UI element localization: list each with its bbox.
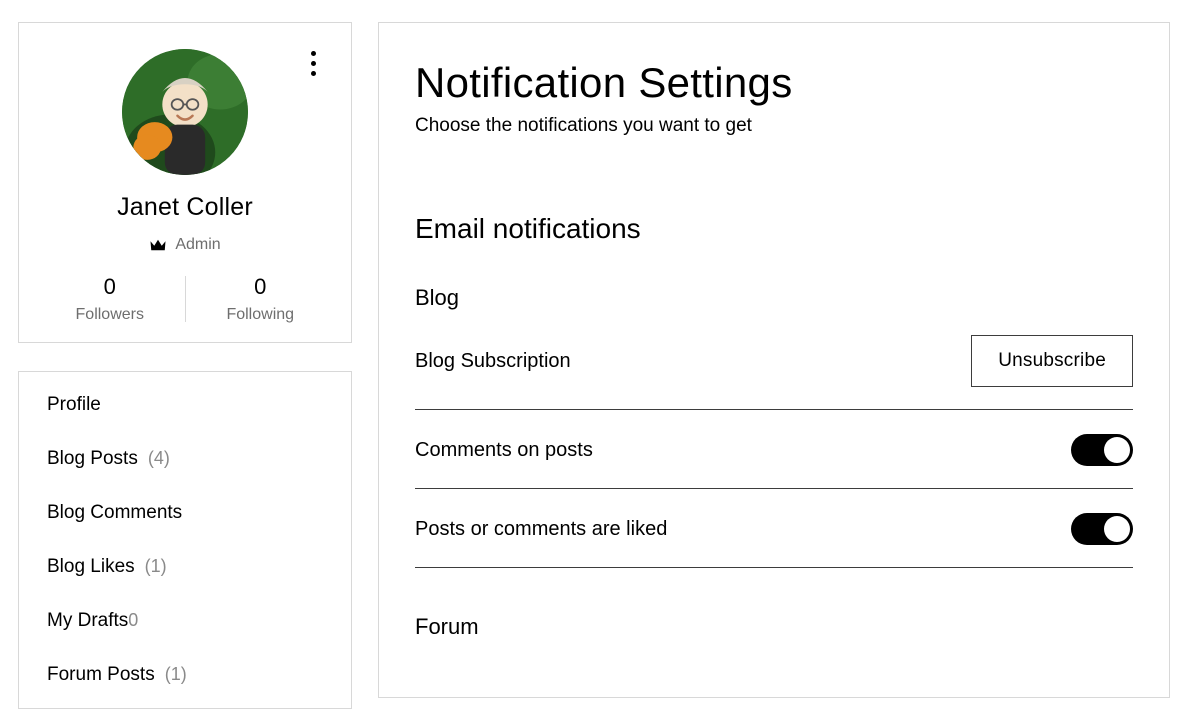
followers-label: Followers [76, 306, 144, 324]
nav-item-my-drafts[interactable]: My Drafts0 [19, 594, 351, 648]
nav-count: (1) [165, 664, 187, 685]
avatar[interactable] [122, 49, 248, 175]
role-badge: Admin [149, 236, 220, 254]
following-label: Following [226, 306, 294, 324]
page-subtitle: Choose the notifications you want to get [415, 115, 1133, 137]
main-panel: Notification Settings Choose the notific… [378, 22, 1170, 698]
sidebar: Janet Coller Admin 0 Followers 0 Followi… [18, 22, 352, 698]
nav-label: Blog Comments [47, 502, 182, 524]
crown-icon [149, 238, 167, 252]
role-label: Admin [175, 236, 220, 254]
row-posts-liked: Posts or comments are liked [415, 489, 1133, 568]
nav-item-blog-comments[interactable]: Blog Comments [19, 486, 351, 540]
nav-label: Blog Likes [47, 556, 135, 578]
nav-item-blog-posts[interactable]: Blog Posts (4) [19, 432, 351, 486]
nav-count: (4) [148, 448, 170, 469]
nav-count: (1) [145, 556, 167, 577]
avatar-image [122, 49, 248, 175]
nav-label: My Drafts [47, 610, 128, 632]
nav-list: Profile Blog Posts (4) Blog Comments Blo… [18, 371, 352, 709]
page-title: Notification Settings [415, 59, 1133, 107]
row-blog-subscription: Blog Subscription Unsubscribe [415, 311, 1133, 410]
unsubscribe-button[interactable]: Unsubscribe [971, 335, 1133, 387]
row-comments-on-posts: Comments on posts [415, 410, 1133, 489]
group-blog: Blog [415, 285, 1133, 311]
toggle-posts-liked[interactable] [1071, 513, 1133, 545]
nav-item-blog-likes[interactable]: Blog Likes (1) [19, 540, 351, 594]
more-menu-button[interactable] [301, 45, 325, 81]
nav-label: Forum Posts [47, 664, 155, 686]
followers-count: 0 [104, 274, 116, 300]
profile-stats: 0 Followers 0 Following [35, 274, 335, 324]
nav-item-profile[interactable]: Profile [19, 378, 351, 432]
profile-name: Janet Coller [117, 193, 253, 222]
group-forum: Forum [415, 614, 1133, 640]
following-stat[interactable]: 0 Following [186, 274, 336, 324]
profile-card: Janet Coller Admin 0 Followers 0 Followi… [18, 22, 352, 343]
following-count: 0 [254, 274, 266, 300]
label-comments-on-posts: Comments on posts [415, 439, 593, 462]
toggle-comments-on-posts[interactable] [1071, 434, 1133, 466]
nav-label: Profile [47, 394, 101, 416]
nav-count: 0 [128, 610, 138, 631]
label-blog-subscription: Blog Subscription [415, 350, 571, 373]
nav-label: Blog Posts [47, 448, 138, 470]
section-email-notifications: Email notifications [415, 213, 1133, 245]
label-posts-liked: Posts or comments are liked [415, 518, 667, 541]
followers-stat[interactable]: 0 Followers [35, 274, 185, 324]
nav-item-forum-posts[interactable]: Forum Posts (1) [19, 648, 351, 702]
